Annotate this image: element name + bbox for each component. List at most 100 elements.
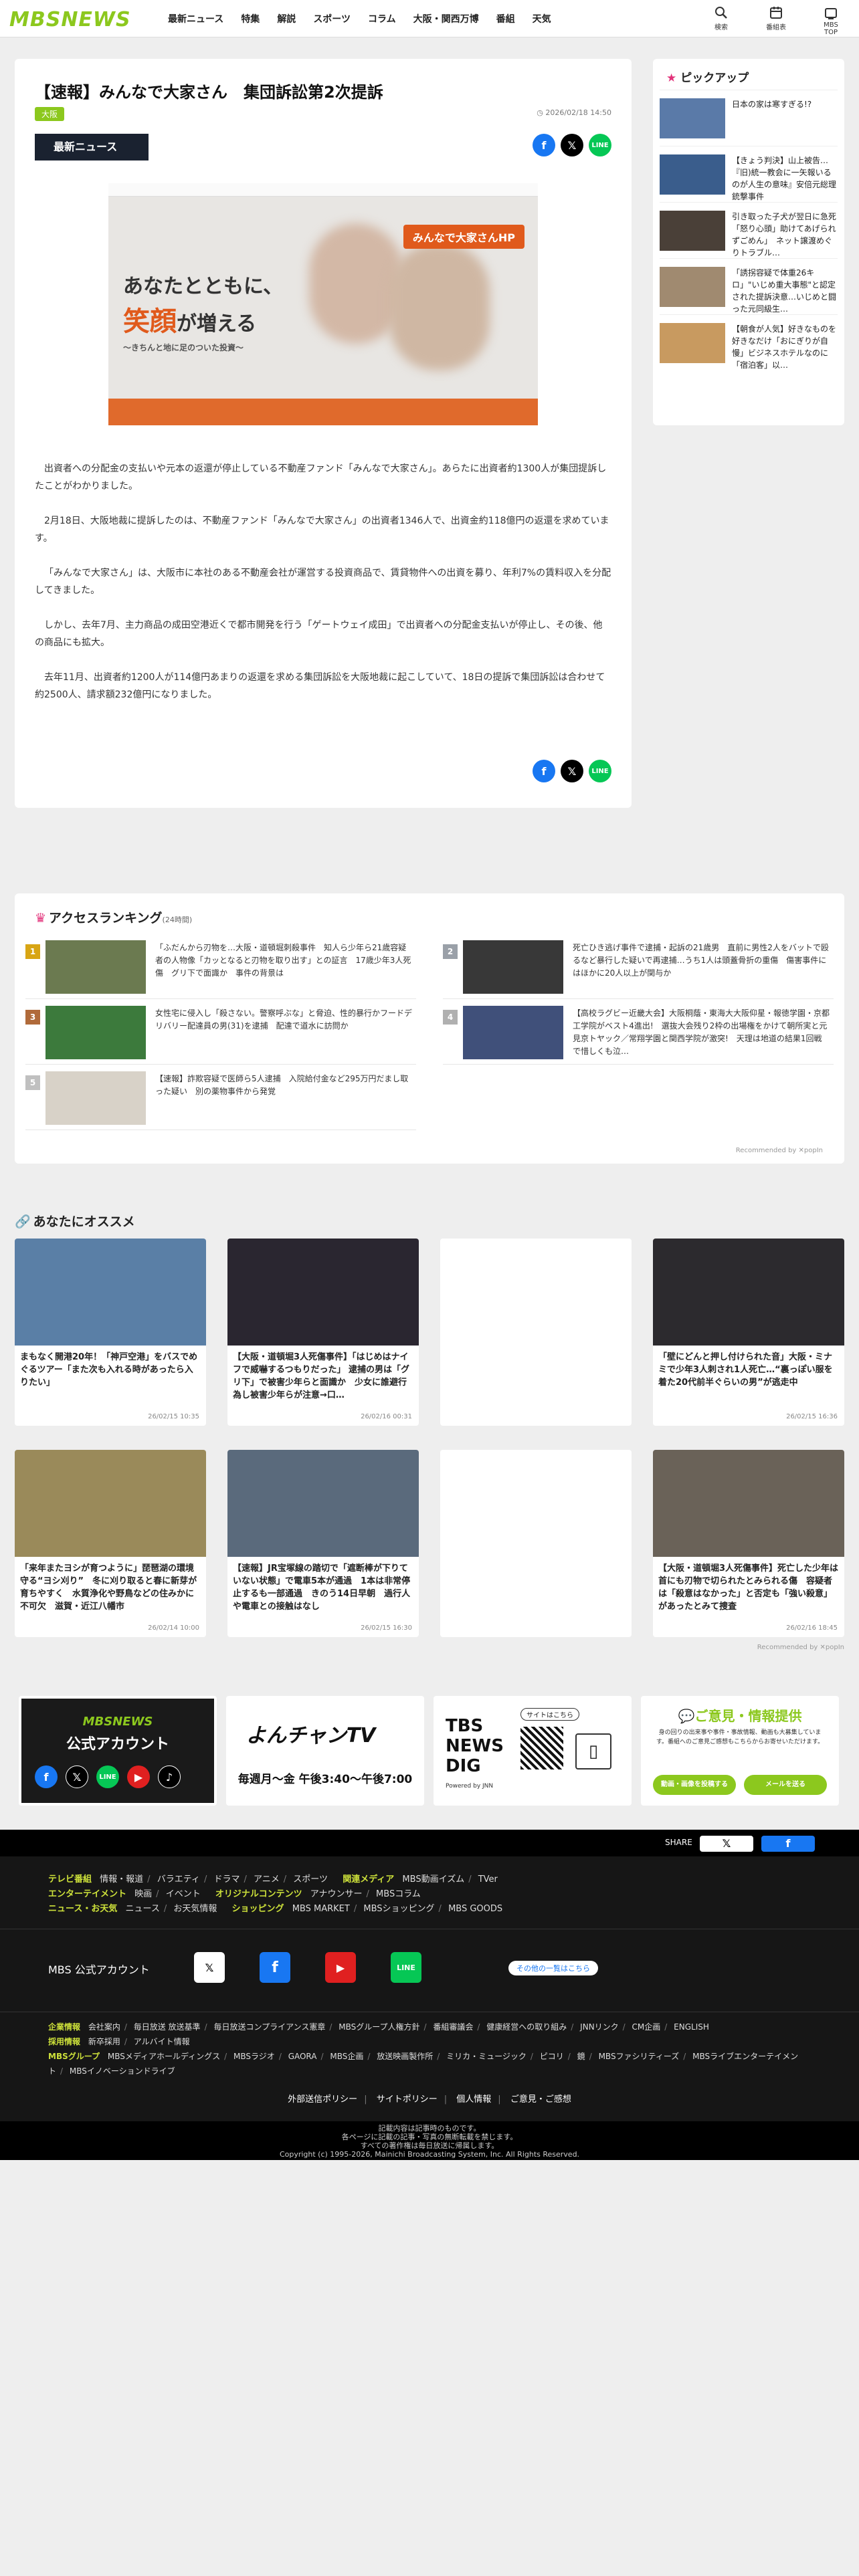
send-mail-button[interactable]: メールを送る [744, 1775, 827, 1795]
footer-link[interactable]: お天気情報 [173, 1904, 217, 1914]
footer-key[interactable]: テレビ番組 [48, 1874, 92, 1885]
footer-key[interactable]: ニュース・お天気 [48, 1904, 117, 1914]
footer-link[interactable]: 放送映画製作所 [377, 2052, 433, 2061]
footer-link[interactable]: MBSコラム [376, 1889, 421, 1899]
policy-link[interactable]: サイトポリシー [377, 2095, 438, 2105]
footer-link[interactable]: 会社案内 [88, 2022, 120, 2032]
footer-link[interactable]: ドラマ [213, 1874, 240, 1885]
sns-more-link[interactable]: その他の一覧はこちら [508, 1961, 598, 1975]
pickup-item[interactable]: 【きょう判決】山上被告…『旧)統一教会に一矢報いるのが人生の意味』安倍元総理銃撃… [660, 146, 838, 202]
footer-link[interactable]: 毎日放送コンプライアンス憲章 [213, 2022, 325, 2032]
upload-video-button[interactable]: 動画・画像を投稿する [653, 1775, 736, 1795]
popin-credit[interactable]: Recommended by ✕popIn [757, 1644, 844, 1651]
footer-link[interactable]: MBSメディアホールディングス [108, 2052, 220, 2061]
footer-link[interactable]: JNNリンク [580, 2022, 619, 2032]
mbsnews-logo[interactable]: MBSNEWS [9, 8, 131, 31]
nav-column[interactable]: コラム [359, 12, 405, 25]
opinion-banner[interactable]: 💬ご意見・情報提供 身の回りの出来事や事件・事故情報、動画も大募集しています。番… [641, 1696, 839, 1806]
footer-link[interactable]: MBSイノベーションドライブ [70, 2066, 175, 2076]
tbs-news-dig-banner[interactable]: TBS NEWS DIG Powered by JNN サイトはこちら ▯ [434, 1696, 632, 1806]
official-account-banner[interactable]: MBSNEWS 公式アカウント f 𝕏 LINE ▶ ♪ [19, 1696, 217, 1806]
footer-key[interactable]: オリジナルコンテンツ [215, 1889, 302, 1899]
ranking-item[interactable]: 5 【速報】詐欺容疑で医師ら5人逮捕 入院給付金など295万円だまし取った疑い … [25, 1066, 416, 1130]
footer-link[interactable]: GAORA [288, 2052, 317, 2061]
footer-link[interactable]: MBS MARKET [292, 1904, 350, 1914]
ranking-item[interactable]: 2 死亡ひき逃げ事件で逮捕・起訴の21歳男 直前に男性2人をバットで殴るなど暴行… [443, 935, 834, 999]
ranking-item[interactable]: 4 【高校ラグビー近畿大会】大阪桐蔭・東海大大阪仰星・報徳学園・京都工学院がベス… [443, 1000, 834, 1065]
footer-key[interactable]: 企業情報 [48, 2022, 80, 2032]
recommend-card[interactable]: 「来年またヨシが育つように」琵琶湖の環境守る“ヨシ刈り” 冬に刈り取ると春に新芽… [15, 1450, 206, 1637]
footer-link[interactable]: アニメ [254, 1874, 280, 1885]
footer-link[interactable]: TVer [478, 1874, 498, 1885]
policy-link[interactable]: 外部送信ポリシー [288, 2095, 357, 2105]
footer-key[interactable]: 関連メディア [343, 1874, 394, 1885]
footer-link[interactable]: 番組審議会 [433, 2022, 473, 2032]
policy-link[interactable]: ご意見・ご感想 [510, 2095, 571, 2105]
facebook-share-button[interactable]: f [761, 1836, 815, 1852]
footer-key[interactable]: 採用情報 [48, 2037, 80, 2046]
footer-link[interactable]: MBS企画 [330, 2052, 363, 2061]
footer-key[interactable]: MBSグループ [48, 2052, 100, 2061]
recommend-card[interactable]: まもなく開港20年！「神戸空港」をバスでめぐるツアー「また次も入れる時があったら… [15, 1239, 206, 1426]
youtube-icon[interactable]: ▶ [325, 1952, 356, 1983]
x-icon[interactable]: 𝕏 [194, 1952, 225, 1983]
nav-weather[interactable]: 天気 [524, 12, 560, 25]
footer-link[interactable]: 毎日放送 放送基準 [134, 2022, 201, 2032]
footer-link[interactable]: 健康経営への取り組み [486, 2022, 567, 2032]
popin-credit[interactable]: Recommended by ✕popIn [736, 1147, 823, 1154]
nav-latest-news[interactable]: 最新ニュース [159, 12, 232, 25]
footer-link[interactable]: アナウンサー [310, 1889, 363, 1899]
facebook-share-icon[interactable]: f [533, 760, 555, 782]
x-share-button[interactable]: 𝕏 [700, 1836, 753, 1852]
nav-sports[interactable]: スポーツ [304, 12, 359, 25]
pickup-item[interactable]: 【朝食が人気】好きなものを好きなだけ「おにぎりが自慢」ビジネスホテルなのに「宿泊… [660, 314, 838, 370]
footer-link[interactable]: ミリカ・ミュージック [446, 2052, 527, 2061]
footer-link[interactable]: MBSグループ人権方針 [339, 2022, 419, 2032]
line-icon[interactable]: LINE [391, 1952, 421, 1983]
ranking-item[interactable]: 3 女性宅に侵入し「殺さない。警察呼ぶな」と脅迫、性的暴行かフードデリバリー配達… [25, 1000, 416, 1065]
line-share-icon[interactable]: LINE [589, 760, 611, 782]
latest-news-badge[interactable]: 最新ニュース [35, 134, 149, 160]
footer-link[interactable]: 情報・報道 [100, 1874, 143, 1885]
ranking-item[interactable]: 1 「ふだんから刃物を…大阪・道頓堀刺殺事件 知人ら少年ら21歳容疑者の人物像「… [25, 935, 416, 999]
policy-link[interactable]: 個人情報 [456, 2095, 491, 2105]
footer-link[interactable]: スポーツ [293, 1874, 328, 1885]
pickup-item[interactable]: 日本の家は寒すぎる!? [660, 90, 838, 146]
nav-expo[interactable]: 大阪・関西万博 [405, 12, 488, 25]
pickup-item[interactable]: 「誘拐容疑で体重26キロ」"いじめ重大事態"と認定された提訴決意…いじめと闘った… [660, 258, 838, 314]
x-share-icon[interactable]: 𝕏 [561, 134, 583, 156]
footer-link[interactable]: ENGLISH [674, 2022, 709, 2032]
footer-link[interactable]: イベント [166, 1889, 201, 1899]
footer-link[interactable]: 新卒採用 [88, 2037, 120, 2046]
nav-programs[interactable]: 番組 [488, 12, 524, 25]
footer-link[interactable]: CM企画 [632, 2022, 661, 2032]
footer-link[interactable]: MBSショッピング [363, 1904, 434, 1914]
footer-link[interactable]: ピコリ [540, 2052, 564, 2061]
recommend-card[interactable]: 【速報】JR宝塚線の踏切で「遮断棒が下りていない状態」で電車5本が通過 1本は非… [227, 1450, 419, 1637]
region-tag[interactable]: 大阪 [35, 107, 65, 121]
facebook-share-icon[interactable]: f [533, 134, 555, 156]
search-button[interactable]: 検索 [708, 4, 735, 36]
footer-key[interactable]: ショッピング [232, 1904, 284, 1914]
footer-key[interactable]: エンターテイメント [48, 1889, 126, 1899]
footer-link[interactable]: 鏡 [577, 2052, 585, 2061]
footer-link[interactable]: MBS動画イズム [402, 1874, 464, 1885]
nav-explainer[interactable]: 解説 [268, 12, 304, 25]
footer-link[interactable]: バラエティ [157, 1874, 200, 1885]
recommend-card[interactable]: 【大阪・道頓堀3人死傷事件】死亡した少年は首にも刃物で切られたとみられる傷 容疑… [653, 1450, 844, 1637]
nav-features[interactable]: 特集 [232, 12, 268, 25]
footer-link[interactable]: MBS GOODS [448, 1904, 502, 1914]
yonchan-banner[interactable]: よんチャンTV 毎週月〜金 午後3:40〜午後7:00 [226, 1696, 424, 1806]
recommend-card[interactable]: 【大阪・道頓堀3人死傷事件】「はじめはナイフで威嚇するつもりだった」 逮捕の男は… [227, 1239, 419, 1426]
facebook-icon[interactable]: f [260, 1952, 290, 1983]
x-share-icon[interactable]: 𝕏 [561, 760, 583, 782]
footer-link[interactable]: MBSファシリティーズ [599, 2052, 680, 2061]
recommend-card[interactable]: 「壁にどんと押し付けられた音」大阪・ミナミで少年3人刺され1人死亡…“裏っぽい服… [653, 1239, 844, 1426]
footer-link[interactable]: アルバイト情報 [134, 2037, 190, 2046]
footer-link[interactable]: MBSラジオ [233, 2052, 275, 2061]
line-share-icon[interactable]: LINE [589, 134, 611, 156]
footer-link[interactable]: 映画 [134, 1889, 152, 1899]
program-guide-button[interactable]: 番組表 [763, 4, 789, 36]
mbs-top-button[interactable]: MBS TOP [818, 4, 844, 36]
footer-link[interactable]: ニュース [126, 1904, 160, 1914]
